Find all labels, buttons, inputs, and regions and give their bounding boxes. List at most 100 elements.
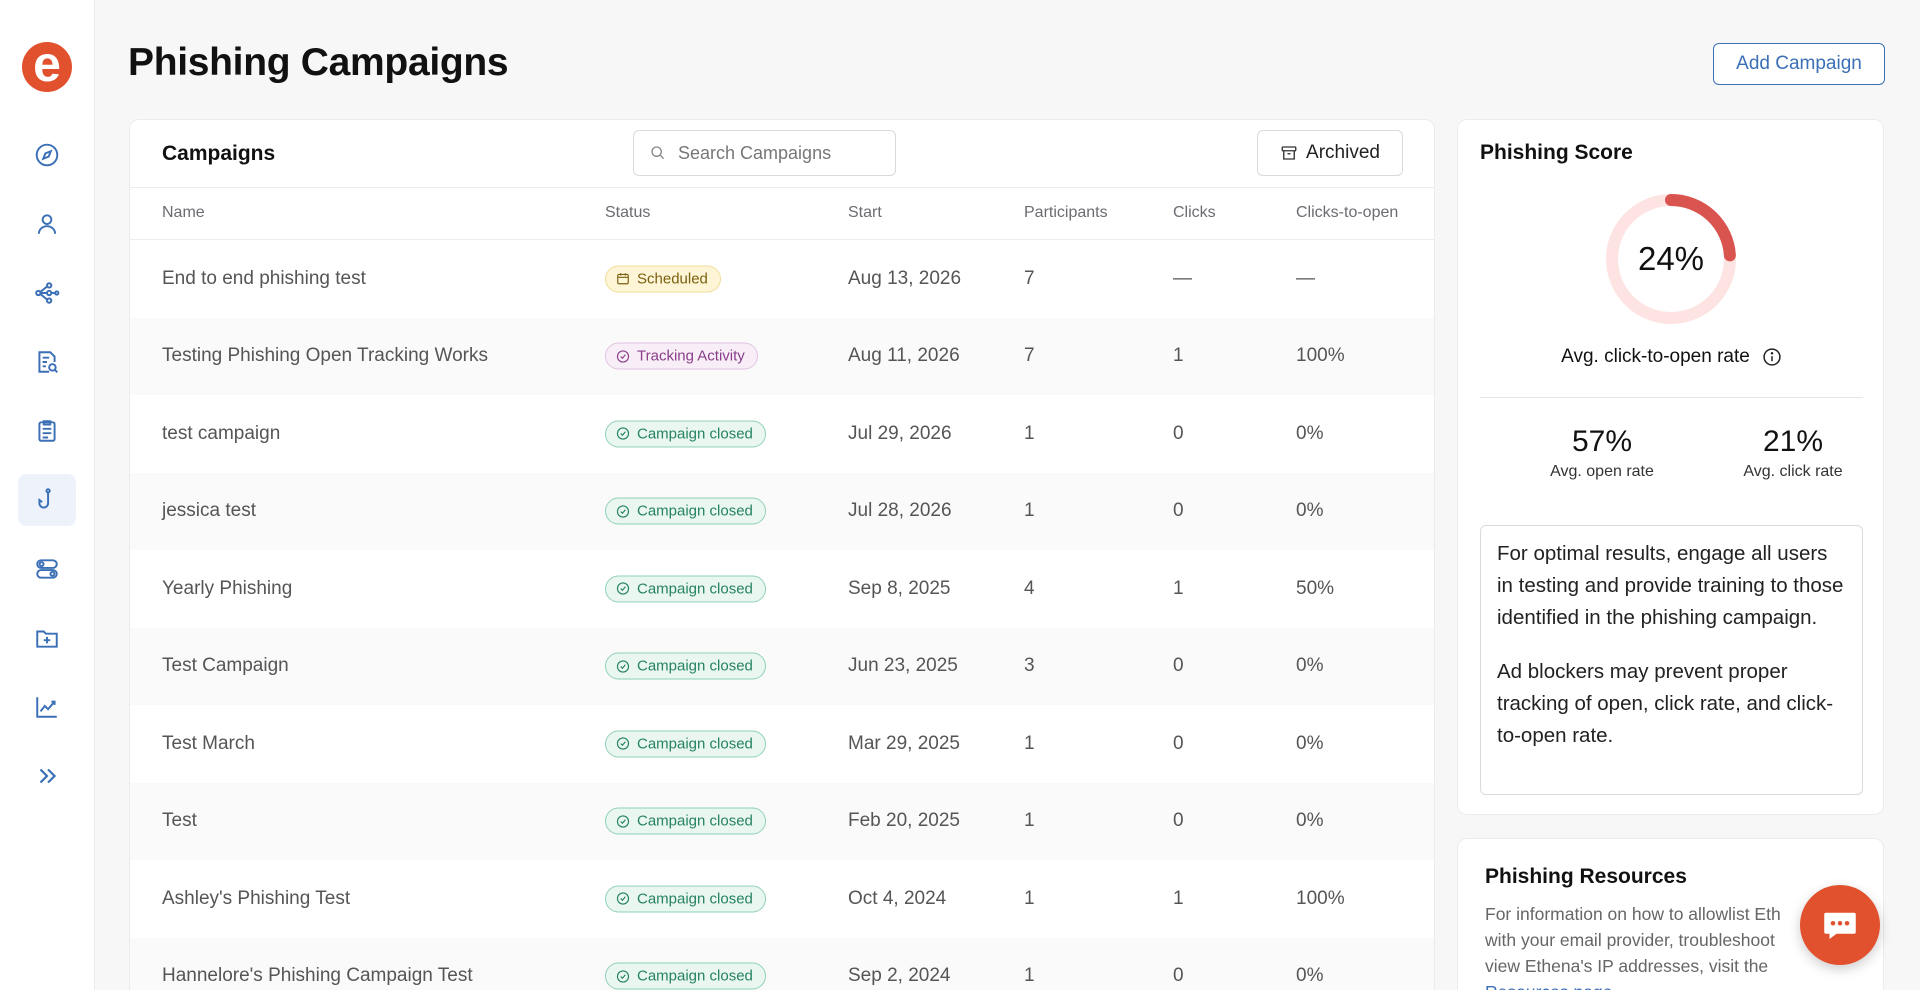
status-cell: Campaign closed	[605, 652, 766, 680]
chart-line-icon	[36, 697, 57, 718]
campaign-name[interactable]: test campaign	[162, 423, 280, 445]
start-date: Sep 2, 2024	[848, 965, 951, 987]
campaigns-card: Campaigns Archived Name Status Start Par…	[129, 119, 1435, 990]
open-rate-value: 57%	[1571, 425, 1633, 458]
col-clicks[interactable]: Clicks	[1173, 204, 1216, 222]
campaign-name[interactable]: Hannelore's Phishing Campaign Test	[162, 965, 473, 987]
campaign-name[interactable]: Yearly Phishing	[162, 578, 292, 600]
campaign-name[interactable]: Testing Phishing Open Tracking Works	[162, 345, 488, 367]
folder-plus-icon	[36, 630, 58, 648]
archived-button[interactable]: Archived	[1257, 130, 1403, 176]
sidebar: e	[0, 0, 95, 990]
check-circle-icon	[616, 427, 630, 440]
sidebar-item-analytics[interactable]	[18, 681, 76, 733]
status-badge: Tracking Activity	[605, 342, 758, 370]
network-icon	[35, 282, 60, 304]
campaign-name[interactable]: jessica test	[162, 500, 256, 522]
check-circle-icon	[616, 815, 630, 828]
col-name[interactable]: Name	[162, 204, 205, 222]
clicks-to-open-rate: 100%	[1296, 345, 1345, 367]
sidebar-expand-button[interactable]	[18, 750, 76, 802]
check-circle-icon	[616, 582, 630, 595]
status-text: Campaign closed	[637, 890, 753, 908]
status-cell: Campaign closed	[605, 730, 766, 758]
col-status[interactable]: Status	[605, 204, 650, 222]
start-date: Jun 23, 2025	[848, 655, 958, 677]
table-header: Name Status Start Participants Clicks Cl…	[130, 188, 1434, 240]
resources-link[interactable]: Resources page.	[1485, 979, 1810, 990]
open-rate-stat: 57% Avg. open rate	[1512, 425, 1692, 481]
check-circle-icon	[616, 970, 630, 983]
participants-count: 3	[1024, 655, 1035, 677]
toggles-icon	[36, 559, 58, 579]
status-cell: Campaign closed	[605, 497, 766, 525]
participants-count: 7	[1024, 345, 1035, 367]
table-row[interactable]: Test Campaign Campaign closed Jun 23, 2025…	[130, 627, 1434, 705]
start-date: Sep 8, 2025	[848, 577, 951, 599]
status-cell: Campaign closed	[605, 962, 766, 990]
table-row[interactable]: test campaign Campaign closed Jul 29, 2026…	[130, 395, 1434, 473]
col-participants[interactable]: Participants	[1024, 204, 1108, 222]
sidebar-item-users[interactable]	[18, 198, 76, 250]
campaign-name[interactable]: Ashley's Phishing Test	[162, 888, 350, 910]
sidebar-item-reports[interactable]	[18, 336, 76, 388]
search-input[interactable]	[678, 142, 878, 164]
sidebar-item-dashboard[interactable]	[18, 129, 76, 181]
status-cell: Campaign closed	[605, 575, 766, 603]
sidebar-item-phishing[interactable]	[18, 474, 76, 526]
table-row[interactable]: Hannelore's Phishing Campaign Test Campai…	[130, 937, 1434, 990]
clicks-to-open-rate: 0%	[1296, 422, 1324, 444]
tip-text-1: For optimal results, engage all users in…	[1497, 542, 1844, 629]
table-row[interactable]: Yearly Phishing Campaign closed Sep 8, 202…	[130, 550, 1434, 628]
table-row[interactable]: jessica test Campaign closed Jul 28, 2026 1…	[130, 472, 1434, 550]
status-badge: Campaign closed	[605, 575, 766, 603]
table-row[interactable]: Test Campaign closed Feb 20, 2025 1 0 0%	[130, 782, 1434, 860]
campaign-name[interactable]: Test March	[162, 733, 255, 755]
col-start[interactable]: Start	[848, 204, 882, 222]
table-row[interactable]: Test March Campaign closed Mar 29, 2025 1 0 0…	[130, 705, 1434, 783]
chat-button[interactable]	[1800, 885, 1880, 965]
status-badge: Campaign closed	[605, 652, 766, 680]
sidebar-item-workflows[interactable]	[18, 267, 76, 319]
start-date: Feb 20, 2025	[848, 810, 960, 832]
ethena-logo[interactable]: e	[22, 39, 72, 92]
sidebar-item-courses[interactable]	[18, 405, 76, 457]
campaign-name[interactable]: Test	[162, 810, 197, 832]
table-row[interactable]: Ashley's Phishing Test Campaign closed Oct…	[130, 860, 1434, 938]
participants-count: 1	[1024, 500, 1035, 522]
tips-box: For optimal results, engage all users in…	[1480, 525, 1863, 795]
campaign-name[interactable]: End to end phishing test	[162, 268, 366, 290]
table-row[interactable]: Testing Phishing Open Tracking Works Trac…	[130, 317, 1434, 395]
col-clicks-to-open[interactable]: Clicks-to-open	[1296, 204, 1398, 222]
sidebar-item-folders[interactable]	[18, 612, 76, 664]
click-rate-stat: 21% Avg. click rate	[1703, 425, 1883, 481]
status-cell: Campaign closed	[605, 885, 766, 913]
table-row[interactable]: End to end phishing test Scheduled Aug 13,…	[130, 240, 1434, 318]
open-rate-label: Avg. open rate	[1550, 463, 1654, 480]
add-campaign-button[interactable]: Add Campaign	[1713, 43, 1885, 85]
resources-line-3: view Ethena's IP addresses, visit the	[1485, 956, 1769, 976]
clicks-count: 1	[1173, 345, 1184, 367]
click-rate-label: Avg. click rate	[1743, 463, 1843, 480]
info-icon[interactable]	[1762, 347, 1782, 367]
campaign-name[interactable]: Test Campaign	[162, 655, 289, 677]
table-body: End to end phishing test Scheduled Aug 13,…	[130, 240, 1434, 990]
clicks-to-open-rate: 0%	[1296, 732, 1324, 754]
status-badge: Scheduled	[605, 265, 721, 293]
clicks-count: 0	[1173, 655, 1184, 677]
check-circle-icon	[616, 660, 630, 673]
search-box[interactable]	[633, 130, 896, 176]
score-divider	[1480, 397, 1863, 398]
campaigns-title: Campaigns	[162, 142, 276, 165]
resources-line-2: with your email provider, troubleshoot	[1485, 930, 1775, 950]
sidebar-item-groups[interactable]	[18, 543, 76, 595]
clicks-count: 0	[1173, 810, 1184, 832]
status-text: Tracking Activity	[637, 347, 745, 365]
participants-count: 1	[1024, 732, 1035, 754]
status-text: Campaign closed	[637, 967, 753, 985]
participants-count: 7	[1024, 267, 1035, 289]
check-circle-icon	[616, 737, 630, 750]
status-text: Scheduled	[637, 270, 708, 288]
status-badge: Campaign closed	[605, 807, 766, 835]
phishing-score-title: Phishing Score	[1480, 141, 1633, 164]
